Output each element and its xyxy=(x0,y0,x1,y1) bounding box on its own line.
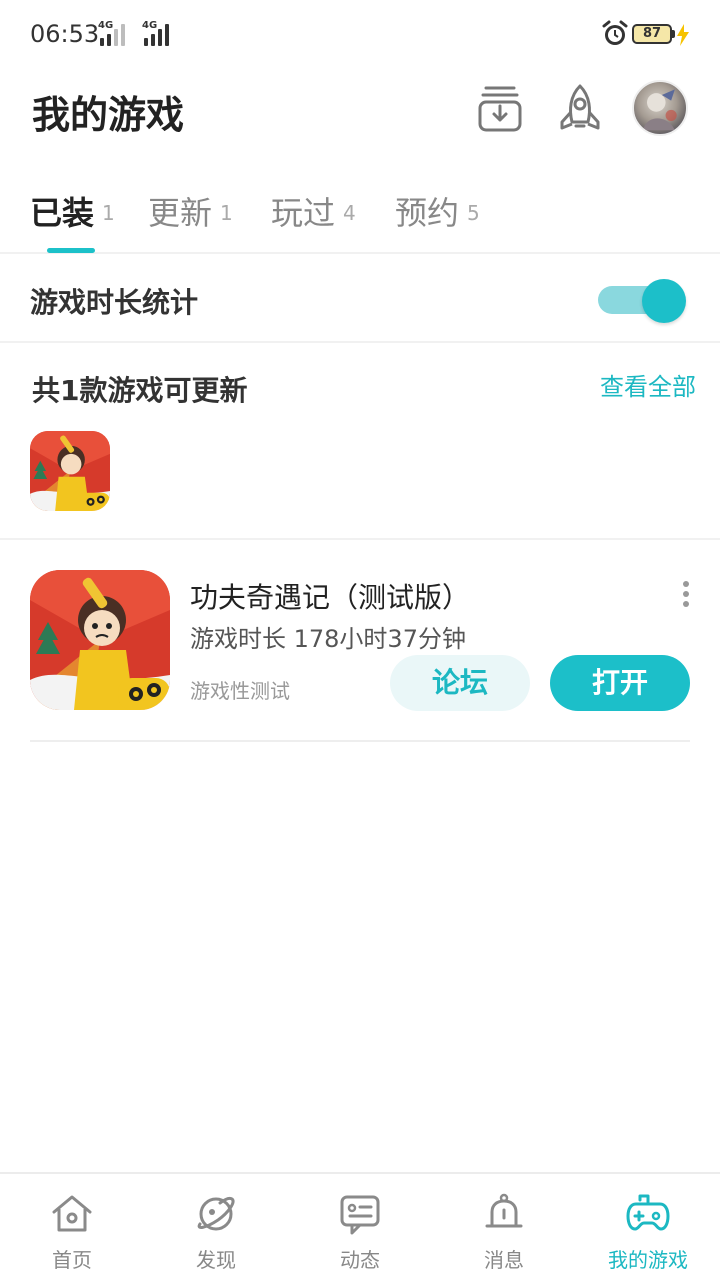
playtime-stats-row: 游戏时长统计 xyxy=(0,255,720,343)
game-name[interactable]: 功夫奇遇记（测试版） xyxy=(190,576,470,616)
game-tag: 游戏性测试 xyxy=(190,679,290,703)
tab-count: 1 xyxy=(102,201,115,225)
kungfu-game-icon xyxy=(30,570,170,710)
tab-indicator xyxy=(47,248,95,253)
playtime-stats-label: 游戏时长统计 xyxy=(30,286,199,319)
status-time: 06:53 xyxy=(30,20,100,48)
tab-label: 已装 xyxy=(30,194,95,232)
battery-indicator: 87 xyxy=(632,24,672,44)
nav-label: 我的游戏 xyxy=(608,1248,688,1272)
tab-installed[interactable]: 已装 1 xyxy=(30,188,115,234)
kungfu-game-icon xyxy=(30,431,110,511)
avatar[interactable] xyxy=(632,80,688,136)
download-manager-icon[interactable] xyxy=(474,82,526,136)
signal-2-icon: 4G xyxy=(142,20,176,46)
bottom-nav: 首页 发现 动态 消息 我的游戏 xyxy=(0,1172,720,1280)
bell-icon xyxy=(485,1193,523,1228)
forum-button[interactable]: 论坛 xyxy=(390,655,530,711)
chat-icon xyxy=(340,1195,380,1235)
updates-title: 共1款游戏可更新 xyxy=(32,374,248,407)
update-game-icon[interactable] xyxy=(30,431,110,511)
battery-tip xyxy=(672,30,675,38)
tab-label: 玩过 xyxy=(271,194,336,232)
game-icon[interactable] xyxy=(30,570,170,710)
tab-label: 更新 xyxy=(148,194,213,232)
status-bar: 06:53 4G 4G 87 xyxy=(0,0,720,70)
charging-bolt-icon xyxy=(677,24,689,46)
nav-label: 发现 xyxy=(196,1248,236,1272)
tab-bar: 已装 1 更新 1 玩过 4 预约 5 xyxy=(0,180,720,254)
more-options-icon[interactable] xyxy=(676,578,696,610)
page-title: 我的游戏 xyxy=(32,93,185,137)
updates-section: 共1款游戏可更新 查看全部 xyxy=(0,345,720,540)
nav-feed[interactable]: 动态 xyxy=(288,1174,432,1280)
gamepad-icon xyxy=(626,1194,670,1231)
signal-1-icon: 4G xyxy=(98,20,132,46)
nav-messages[interactable]: 消息 xyxy=(432,1174,576,1280)
tab-count: 5 xyxy=(467,201,480,225)
tab-label: 预约 xyxy=(395,194,460,232)
nav-label: 动态 xyxy=(340,1248,380,1272)
nav-discover[interactable]: 发现 xyxy=(144,1174,288,1280)
view-all-link[interactable]: 查看全部 xyxy=(600,367,696,402)
game-card[interactable]: 功夫奇遇记（测试版） 游戏时长 178小时37分钟 游戏性测试 论坛 打开 xyxy=(30,542,690,742)
nav-my-games[interactable]: 我的游戏 xyxy=(576,1174,720,1280)
toggle-knob xyxy=(642,279,686,323)
avatar-image xyxy=(643,89,677,131)
tab-played[interactable]: 玩过 4 xyxy=(271,188,356,234)
home-icon xyxy=(52,1195,92,1232)
game-playtime: 游戏时长 178小时37分钟 xyxy=(190,625,466,653)
tab-count: 1 xyxy=(220,201,233,225)
nav-label: 首页 xyxy=(52,1248,92,1272)
nav-label: 消息 xyxy=(484,1248,524,1272)
alarm-icon xyxy=(602,20,628,45)
rocket-icon[interactable] xyxy=(554,82,606,136)
playtime-stats-toggle[interactable] xyxy=(596,279,688,323)
tab-reserved[interactable]: 预约 5 xyxy=(395,188,480,234)
open-button[interactable]: 打开 xyxy=(550,655,690,711)
planet-icon xyxy=(197,1196,235,1231)
nav-home[interactable]: 首页 xyxy=(0,1174,144,1280)
tab-updates[interactable]: 更新 1 xyxy=(148,188,233,234)
tab-count: 4 xyxy=(343,201,356,225)
